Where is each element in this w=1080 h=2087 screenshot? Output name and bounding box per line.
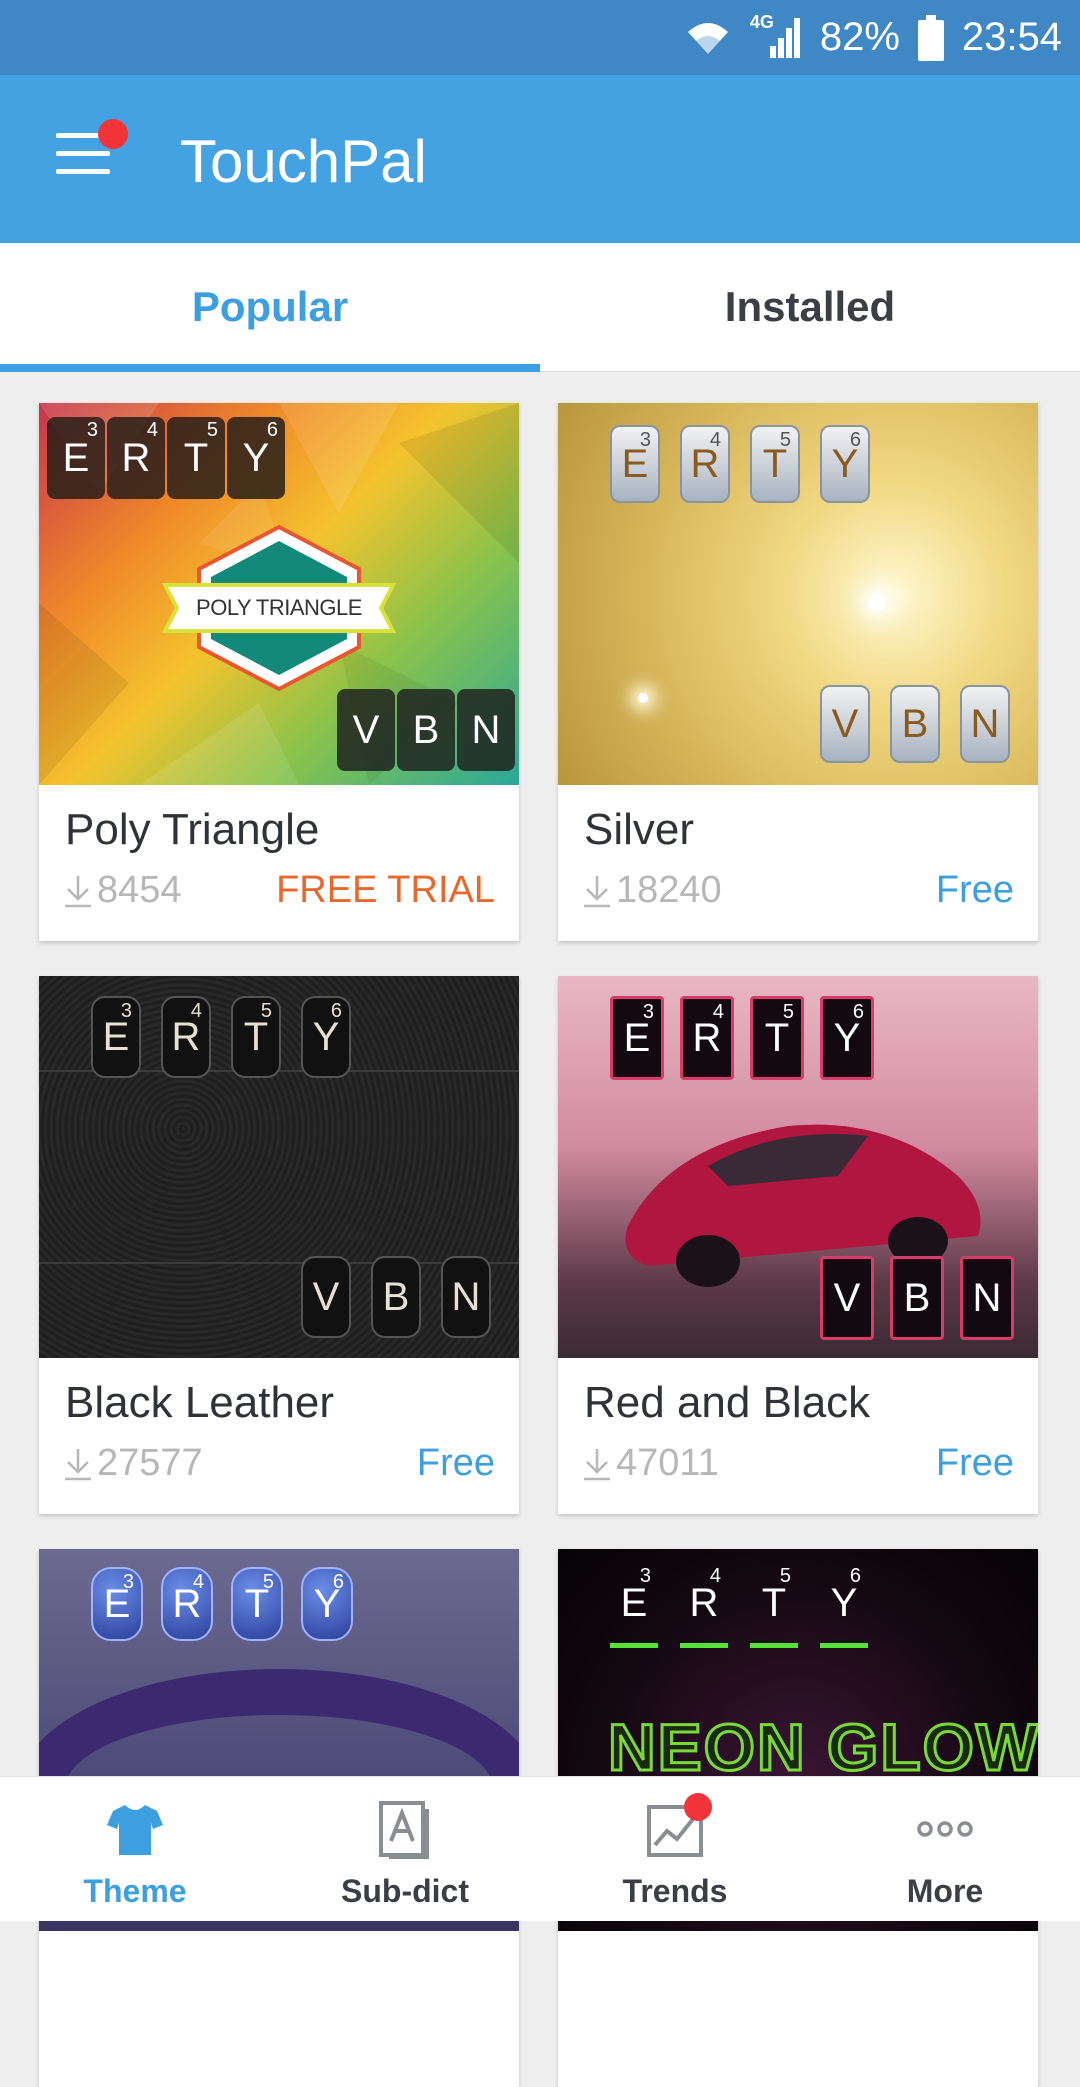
download-count-value: 47011: [616, 1442, 719, 1484]
battery-percent: 82%: [819, 15, 900, 59]
tab-popular[interactable]: Popular: [0, 243, 540, 371]
key-b: B: [397, 689, 455, 771]
key-e: E3: [47, 417, 105, 499]
download-count-value: 18240: [616, 869, 722, 911]
menu-icon-bar: [56, 169, 110, 174]
key-b: B: [890, 685, 940, 763]
price-label: FREE TRIAL: [276, 869, 495, 911]
key-t: T5: [231, 996, 281, 1078]
theme-card-poly-triangle[interactable]: E3 R4 T5 Y6 POLY TRIANGLE V B N Poly Tri…: [39, 403, 519, 941]
key-n: N: [960, 1256, 1014, 1340]
theme-card-silver[interactable]: E3 R4 T5 Y6 V B N Silver 18240 Free: [558, 403, 1038, 941]
tab-installed[interactable]: Installed: [540, 243, 1080, 371]
app-title: TouchPal: [180, 128, 427, 195]
price-label: Free: [935, 1442, 1014, 1484]
price-label: Free: [935, 869, 1014, 911]
sparkle: [638, 693, 648, 703]
key-t: T5: [231, 1567, 283, 1641]
download-icon: [584, 875, 610, 907]
key-y: Y6: [227, 417, 285, 499]
key-r: R4: [680, 425, 730, 503]
battery-icon: [917, 14, 944, 61]
key-y: Y6: [301, 1567, 353, 1641]
theme-preview: E3 R4 T5 Y6 V B N: [39, 976, 519, 1358]
key-y: Y6: [301, 996, 351, 1078]
key-r: R4: [107, 417, 165, 499]
more-icon: [917, 1821, 973, 1837]
key-t: T5: [167, 417, 225, 499]
key-t: T5: [750, 996, 804, 1080]
download-icon: [65, 1448, 91, 1480]
key-e: E3: [91, 996, 141, 1078]
tshirt-icon: [107, 1805, 163, 1855]
key-v: V: [337, 689, 395, 771]
theme-banner: POLY TRIANGLE: [196, 595, 362, 620]
download-count: 18240: [582, 869, 722, 912]
cell-signal-icon: 4G: [750, 12, 802, 60]
key-r: R4: [161, 1567, 213, 1641]
key-y: Y6: [820, 1563, 868, 1648]
key-r: R4: [680, 996, 734, 1080]
sparkle: [868, 593, 886, 611]
app-bar: TouchPal: [0, 75, 1080, 243]
key-y: Y6: [820, 996, 874, 1080]
key-v: V: [820, 1256, 874, 1340]
key-e: E3: [610, 425, 660, 503]
nav-label: Sub-dict: [341, 1873, 469, 1909]
nav-theme[interactable]: Theme: [0, 1777, 270, 1921]
download-count-value: 27577: [97, 1442, 203, 1484]
theme-name: Black Leather: [65, 1378, 335, 1427]
tab-bar: Popular Installed: [0, 243, 1080, 372]
download-count: 8454: [63, 869, 182, 912]
theme-name: Poly Triangle: [65, 805, 320, 854]
key-e: E3: [91, 1567, 143, 1641]
key-v: V: [820, 685, 870, 763]
key-r: R4: [680, 1563, 728, 1648]
status-bar: 4G 82% 23:54: [0, 0, 1080, 75]
key-v: V: [301, 1256, 351, 1338]
notification-badge: [98, 119, 128, 149]
theme-preview: E3 R4 T5 Y6 V B N: [558, 976, 1038, 1358]
key-n: N: [457, 689, 515, 771]
price-label: Free: [416, 1442, 495, 1484]
key-b: B: [371, 1256, 421, 1338]
theme-name: Red and Black: [584, 1378, 871, 1427]
theme-card-black-leather[interactable]: E3 R4 T5 Y6 V B N Black Leather 27577 Fr…: [39, 976, 519, 1514]
nav-label: More: [906, 1873, 984, 1909]
theme-preview: E3 R4 T5 Y6 V B N: [558, 403, 1038, 785]
wifi-icon: [687, 22, 728, 54]
download-icon: [65, 875, 91, 907]
key-y: Y6: [820, 425, 870, 503]
notification-badge: [684, 1793, 712, 1821]
nav-label: Theme: [83, 1873, 187, 1909]
key-t: T5: [750, 1563, 798, 1648]
theme-preview: E3 R4 T5 Y6 POLY TRIANGLE V B N: [39, 403, 519, 785]
nav-label: Trends: [622, 1873, 728, 1909]
key-e: E3: [610, 1563, 658, 1648]
download-count: 47011: [582, 1442, 719, 1485]
key-r: R4: [161, 996, 211, 1078]
active-tab-indicator: [0, 364, 540, 372]
bottom-nav: Theme Sub-dict Trends More: [0, 1776, 1080, 1921]
download-count: 27577: [63, 1442, 203, 1485]
theme-banner: NEON GLOW: [606, 1709, 1038, 1786]
key-t: T5: [750, 425, 800, 503]
menu-button[interactable]: [56, 119, 128, 177]
menu-icon-bar: [56, 151, 110, 156]
theme-name: Silver: [584, 805, 695, 854]
key-b: B: [890, 1256, 944, 1340]
download-count-value: 8454: [97, 869, 182, 911]
key-n: N: [960, 685, 1010, 763]
nav-more[interactable]: More: [810, 1777, 1080, 1921]
dictionary-icon: [379, 1801, 429, 1859]
download-icon: [584, 1448, 610, 1480]
theme-card-red-and-black[interactable]: E3 R4 T5 Y6 V B N Red and Black 47011 Fr…: [558, 976, 1038, 1514]
clock: 23:54: [961, 15, 1062, 59]
nav-sub-dict[interactable]: Sub-dict: [270, 1777, 540, 1921]
nav-trends[interactable]: Trends: [540, 1777, 810, 1921]
key-n: N: [441, 1256, 491, 1338]
key-e: E3: [610, 996, 664, 1080]
